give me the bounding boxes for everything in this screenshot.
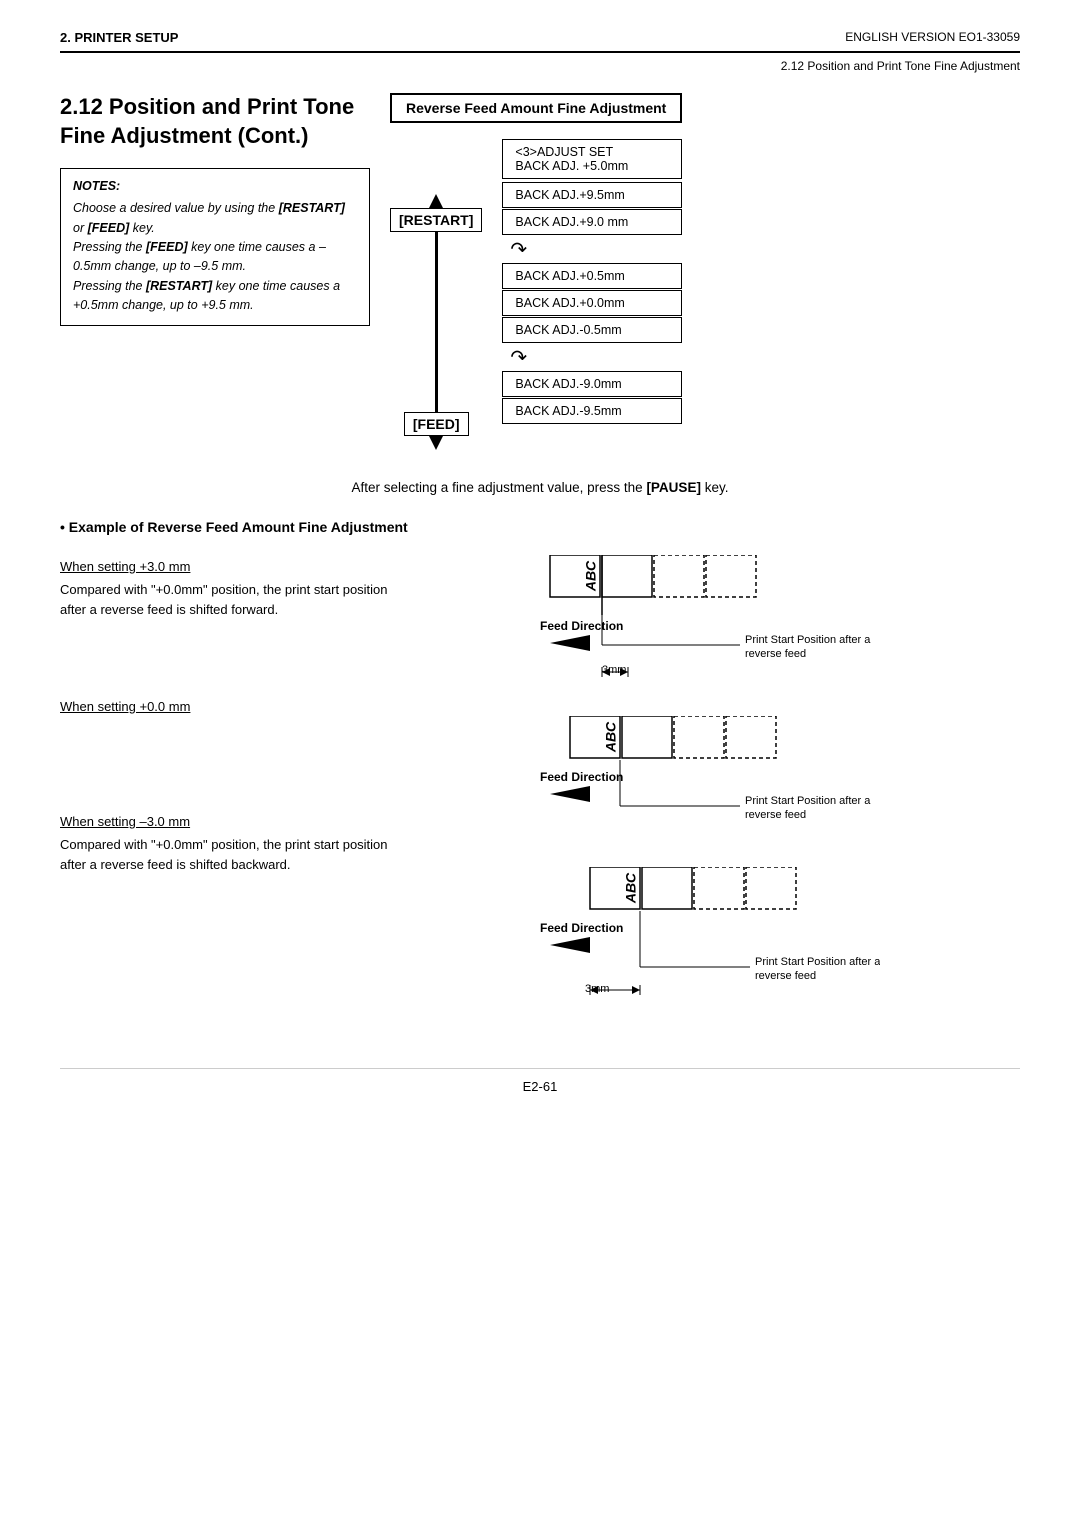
pause-text: After selecting a fine adjustment value,… xyxy=(60,480,1020,495)
curl-icon-2: ↷ xyxy=(502,345,682,370)
notes-body: Choose a desired value by using the [RES… xyxy=(73,199,357,315)
adj-top-value: BACK ADJ. +5.0mm xyxy=(515,159,669,173)
adj-top-box: <3>ADJUST SET BACK ADJ. +5.0mm xyxy=(502,139,682,179)
diagram-2: ABC Feed Direction Print Start Position … xyxy=(540,716,880,839)
feed-examples: When setting +3.0 mm Compared with "+0.0… xyxy=(60,555,1020,1028)
down-arrow-icon xyxy=(429,436,443,450)
subheader: 2.12 Position and Print Tone Fine Adjust… xyxy=(60,57,1020,73)
diagram-1-svg: ABC Feed Direction Print Start Pos xyxy=(540,555,880,685)
svg-text:ABC: ABC xyxy=(583,560,599,592)
feed-key-label: [FEED] xyxy=(404,412,469,436)
svg-text:ABC: ABC xyxy=(603,721,619,753)
setting-1-group: When setting +3.0 mm Compared with "+0.0… xyxy=(60,559,540,619)
diagram-2-svg: ABC Feed Direction Print Start Position … xyxy=(540,716,880,836)
feed-text-col: When setting +3.0 mm Compared with "+0.0… xyxy=(60,555,540,1028)
diagram-3-svg: ABC Feed Direction Print Start Position … xyxy=(540,867,880,1007)
svg-text:reverse feed: reverse feed xyxy=(755,970,816,982)
svg-text:Feed Direction: Feed Direction xyxy=(540,921,623,935)
version-label: ENGLISH VERSION EO1-33059 xyxy=(845,30,1020,44)
adj-row-4: BACK ADJ.-0.5mm xyxy=(502,317,682,343)
notes-line-1: Choose a desired value by using the [RES… xyxy=(73,199,357,238)
notes-line-2: Pressing the [FEED] key one time causes … xyxy=(73,238,357,277)
svg-text:Feed Direction: Feed Direction xyxy=(540,770,623,784)
adj-top-label: <3>ADJUST SET xyxy=(515,145,669,159)
diagram-3: ABC Feed Direction Print Start Position … xyxy=(540,867,880,1010)
right-column: Reverse Feed Amount Fine Adjustment [RES… xyxy=(390,93,1020,450)
svg-text:Print Start Position after a: Print Start Position after a xyxy=(745,795,871,807)
notes-title: NOTES: xyxy=(73,179,357,193)
diagram-1: ABC Feed Direction Print Start Pos xyxy=(540,555,880,688)
setting-1-label: When setting +3.0 mm xyxy=(60,559,540,574)
page-footer: E2-61 xyxy=(60,1068,1020,1094)
section-title: 2.12 Position and Print Tone Fine Adjust… xyxy=(60,93,370,150)
setting-3-label: When setting –3.0 mm xyxy=(60,814,540,829)
page-header: 2. PRINTER SETUP ENGLISH VERSION EO1-330… xyxy=(60,30,1020,53)
svg-text:Print Start Position after a: Print Start Position after a xyxy=(745,634,871,646)
setting-1-desc: Compared with "+0.0mm" position, the pri… xyxy=(60,580,540,619)
left-column: 2.12 Position and Print Tone Fine Adjust… xyxy=(60,93,370,450)
adj-row-3: BACK ADJ.+0.0mm xyxy=(502,290,682,316)
setting-2-label: When setting +0.0 mm xyxy=(60,699,540,714)
adj-boxes: <3>ADJUST SET BACK ADJ. +5.0mm BACK ADJ.… xyxy=(502,139,682,450)
curl-icon-1: ↷ xyxy=(502,237,682,262)
setting-3-desc: Compared with "+0.0mm" position, the pri… xyxy=(60,835,540,874)
setting-3-group: When setting –3.0 mm Compared with "+0.0… xyxy=(60,814,540,874)
svg-text:reverse feed: reverse feed xyxy=(745,809,806,821)
svg-text:Feed Direction: Feed Direction xyxy=(540,619,623,633)
reverse-feed-title: Reverse Feed Amount Fine Adjustment xyxy=(390,93,682,123)
up-arrow-icon xyxy=(429,194,443,208)
main-content: 2.12 Position and Print Tone Fine Adjust… xyxy=(60,93,1020,450)
adj-row-0: BACK ADJ.+9.5mm xyxy=(502,182,682,208)
key-diagram: [RESTART] [FEED] <3>ADJUST SET BACK ADJ.… xyxy=(390,139,1020,450)
vertical-line xyxy=(435,232,438,412)
page: 2. PRINTER SETUP ENGLISH VERSION EO1-330… xyxy=(0,0,1080,1528)
section-label: 2. PRINTER SETUP xyxy=(60,30,178,45)
notes-box: NOTES: Choose a desired value by using t… xyxy=(60,168,370,326)
key-left: [RESTART] [FEED] xyxy=(390,139,482,450)
svg-text:Print Start Position after a: Print Start Position after a xyxy=(755,956,880,968)
notes-line-3: Pressing the [RESTART] key one time caus… xyxy=(73,277,357,316)
adj-row-5: BACK ADJ.-9.0mm xyxy=(502,371,682,397)
adj-row-1: BACK ADJ.+9.0 mm xyxy=(502,209,682,235)
svg-text:ABC: ABC xyxy=(623,872,639,904)
adj-row-2: BACK ADJ.+0.5mm xyxy=(502,263,682,289)
feed-diagram-col: ABC Feed Direction Print Start Pos xyxy=(540,555,1020,1028)
example-title: • Example of Reverse Feed Amount Fine Ad… xyxy=(60,519,1020,535)
setting-2-group: When setting +0.0 mm xyxy=(60,699,540,714)
adj-row-6: BACK ADJ.-9.5mm xyxy=(502,398,682,424)
restart-key-label: [RESTART] xyxy=(390,208,482,232)
page-number: E2-61 xyxy=(523,1079,558,1094)
svg-text:reverse feed: reverse feed xyxy=(745,648,806,660)
